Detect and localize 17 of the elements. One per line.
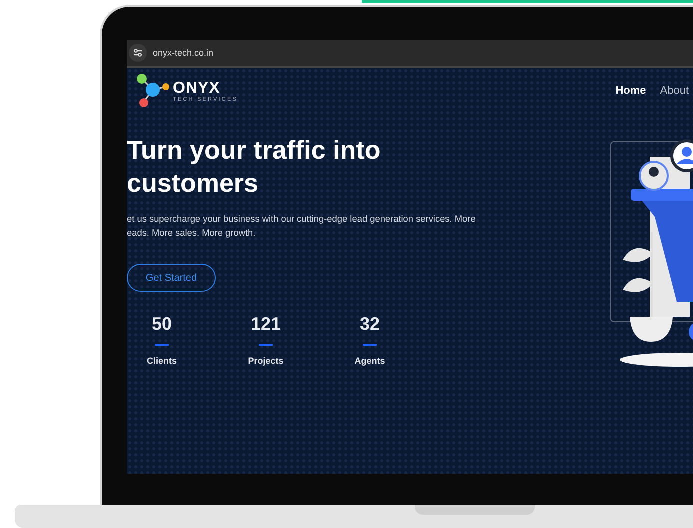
stat-value: 121	[250, 314, 282, 335]
stat-label: Clients	[146, 356, 177, 366]
stat-label: Agents	[354, 356, 386, 366]
settings-icon[interactable]	[129, 44, 147, 62]
stat-underline	[363, 344, 377, 346]
nav-link[interactable]: About	[660, 85, 689, 97]
nav-link[interactable]: Home	[616, 85, 646, 97]
hero-heading: Turn your traffic into customers	[127, 134, 382, 200]
stat-value: 50	[152, 314, 172, 335]
stat-underline	[259, 344, 273, 346]
stat-label: Projects	[248, 356, 284, 366]
stat-underline	[155, 344, 169, 346]
get-started-button[interactable]: Get Started	[127, 264, 216, 292]
stat-value: 32	[360, 314, 380, 335]
brand-name: ONYX	[173, 80, 222, 96]
hero-description: et us supercharge your business with our cutting-edge lead generation services. More eads. More sales. More growth.	[127, 213, 476, 240]
url-text[interactable]: onyx-tech.co.in	[153, 48, 214, 58]
